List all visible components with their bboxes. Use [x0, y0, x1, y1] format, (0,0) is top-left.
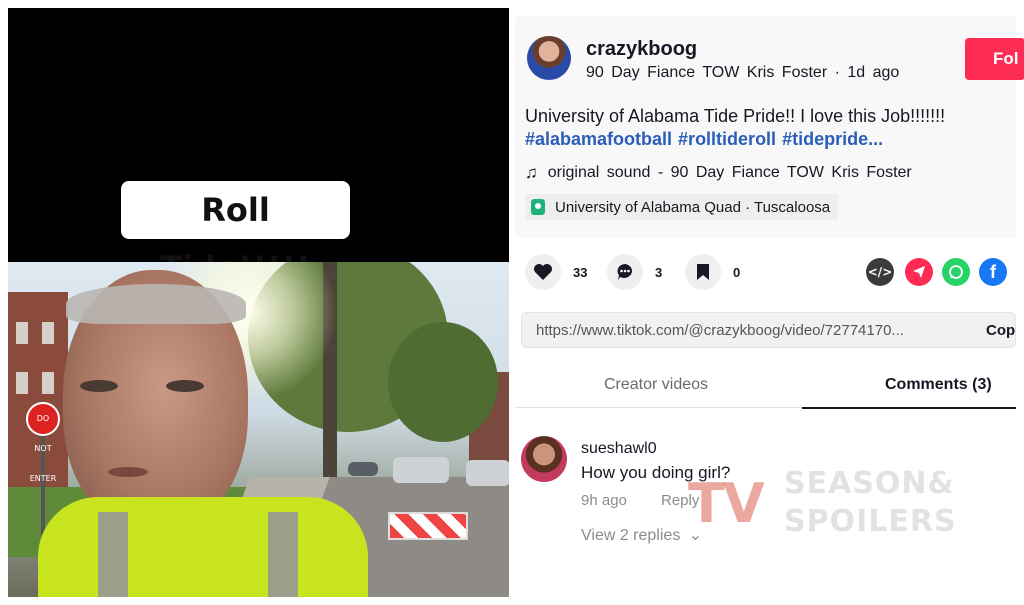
- embed-icon[interactable]: </>: [866, 258, 894, 286]
- tab-bar: Creator videos Comments (3): [515, 368, 1016, 409]
- post-header: crazykboog 90 Day Fiance TOW Kris Foster…: [515, 16, 1024, 238]
- video-caption: Roll Tide!!!!!: [121, 181, 350, 287]
- hashtag-list: #alabamafootball #rolltideroll #tidepride.…: [525, 129, 889, 150]
- watermark-tv: TV: [688, 472, 765, 535]
- follow-button[interactable]: Fol: [965, 38, 1024, 80]
- vest-stripe: [268, 512, 298, 597]
- car: [466, 460, 509, 486]
- whatsapp-icon[interactable]: [942, 258, 970, 286]
- comment-count: 3: [655, 264, 663, 280]
- like-count: 33: [573, 264, 588, 280]
- eye: [80, 380, 118, 392]
- save-count: 0: [733, 264, 741, 280]
- car: [393, 457, 449, 483]
- eye: [166, 380, 204, 392]
- separator: ·: [834, 64, 848, 81]
- video-frame: DO NOT ENTER: [8, 262, 509, 597]
- tab-comments[interactable]: Comments (3): [885, 376, 992, 394]
- location-label: University of Alabama Quad · Tuscaloosa: [555, 198, 831, 216]
- like-action[interactable]: 33: [525, 254, 587, 290]
- commenter-username[interactable]: sueshawl0: [581, 440, 657, 458]
- send-icon[interactable]: [905, 258, 933, 286]
- safety-vest: [38, 497, 368, 597]
- view-replies-button[interactable]: View 2 replies ⌄: [581, 525, 702, 545]
- commenter-avatar[interactable]: [521, 436, 567, 482]
- vest-stripe: [98, 512, 128, 597]
- bookmark-icon[interactable]: [685, 254, 721, 290]
- do-not-enter-sign: DO NOT ENTER: [26, 402, 60, 483]
- hashtag-link[interactable]: #rolltideroll: [678, 129, 776, 149]
- active-tab-indicator: [802, 407, 1016, 409]
- watermark-line2: SPOILERS: [784, 504, 957, 539]
- comment-action[interactable]: 3: [607, 254, 662, 290]
- tab-creator-videos[interactable]: Creator videos: [604, 376, 708, 394]
- tree: [388, 322, 498, 442]
- heart-icon[interactable]: [525, 254, 561, 290]
- hashtag-link[interactable]: #alabamafootball: [525, 129, 672, 149]
- car: [348, 462, 378, 476]
- share-link-box: https://www.tiktok.com/@crazykboog/video…: [521, 312, 1016, 348]
- sound-label: original sound - 90 Day Fiance TOW Kris …: [547, 164, 912, 181]
- road-barrier: [388, 512, 468, 540]
- location-pin-icon: [531, 199, 545, 215]
- video-player[interactable]: Roll Tide!!!!! DO NOT ENTER: [8, 8, 509, 597]
- author-subline: 90 Day Fiance TOW Kris Foster · 1d ago: [586, 64, 899, 82]
- author-avatar[interactable]: [527, 36, 571, 80]
- facebook-icon[interactable]: f: [979, 258, 1007, 286]
- comment-time: 9h ago: [581, 492, 627, 509]
- post-description: University of Alabama Tide Pride!! I lov…: [525, 106, 946, 126]
- action-bar: 33 3 0 </> f: [525, 254, 1016, 290]
- comment-icon[interactable]: [607, 254, 643, 290]
- mouth: [108, 467, 148, 477]
- music-note-icon: ♫: [525, 163, 538, 182]
- screenshot-collage: Roll Tide!!!!! DO NOT ENTER: [0, 0, 1024, 605]
- author-username[interactable]: crazykboog: [586, 38, 697, 61]
- share-url[interactable]: https://www.tiktok.com/@crazykboog/video…: [536, 322, 904, 339]
- location-chip[interactable]: University of Alabama Quad · Tuscaloosa: [525, 194, 839, 220]
- sound-link[interactable]: ♫ original sound - 90 Day Fiance TOW Kri…: [525, 163, 912, 183]
- save-action[interactable]: 0: [685, 254, 740, 290]
- author-display-name[interactable]: 90 Day Fiance TOW Kris Foster: [586, 64, 827, 81]
- watermark-line1: SEASON&: [784, 466, 955, 501]
- hashtag-link[interactable]: #tidepride...: [782, 129, 883, 149]
- headband: [66, 284, 246, 324]
- post-time: 1d ago: [847, 64, 900, 81]
- view-replies-label: View 2 replies: [581, 527, 681, 544]
- watermark-logo: TV SEASON& SPOILERS: [688, 460, 978, 550]
- copy-link-button[interactable]: Cop: [986, 322, 1015, 339]
